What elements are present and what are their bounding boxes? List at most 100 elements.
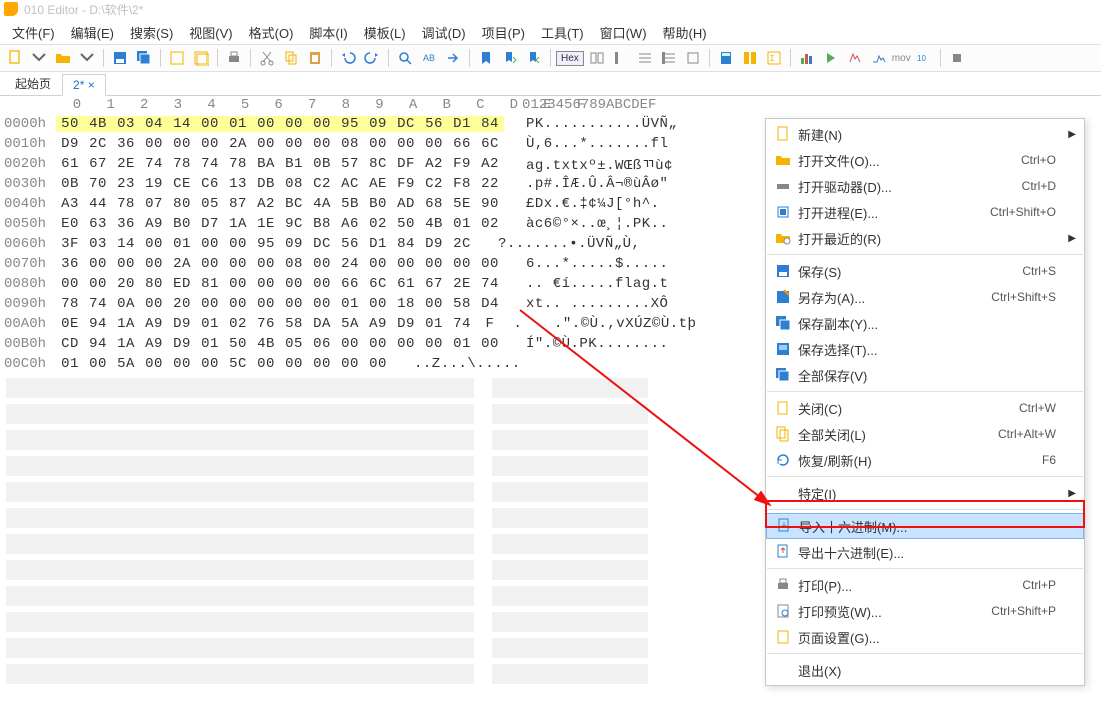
compare-icon[interactable] xyxy=(739,47,761,69)
hex-byte[interactable]: 56 xyxy=(420,116,448,132)
undo-icon[interactable] xyxy=(337,47,359,69)
bookmark-next-icon[interactable] xyxy=(499,47,521,69)
hex-byte[interactable]: C2 xyxy=(308,176,336,192)
menu-exit[interactable]: 退出(X) xyxy=(766,657,1084,683)
hex-byte[interactable]: 36 xyxy=(56,256,84,272)
ascii-dump[interactable]: .. €í.....flag.t xyxy=(522,276,668,292)
stop-icon[interactable] xyxy=(946,47,968,69)
hex-byte[interactable]: 00 xyxy=(336,336,364,352)
menu-page-setup[interactable]: 页面设置(G)... xyxy=(766,624,1084,650)
hex-byte[interactable]: 00 xyxy=(420,336,448,352)
ascii-dump[interactable]: Í".©Ù.PK........ xyxy=(522,336,668,352)
print-icon[interactable] xyxy=(223,47,245,69)
menu-import-hex[interactable]: 导入十六进制(M)... xyxy=(766,513,1084,539)
hex-byte[interactable]: 14 xyxy=(112,236,140,252)
hex-byte[interactable]: 00 xyxy=(252,356,280,372)
hex-byte[interactable]: 01 xyxy=(196,336,224,352)
hex-byte[interactable]: E0 xyxy=(56,216,84,232)
hex-byte[interactable]: 58 xyxy=(280,316,308,332)
hex-byte[interactable]: 00 xyxy=(84,356,112,372)
menu-template[interactable]: 模板(L) xyxy=(356,21,414,44)
hex-byte[interactable]: A9 xyxy=(140,316,168,332)
hex-byte[interactable]: 05 xyxy=(196,196,224,212)
hex-byte[interactable]: 36 xyxy=(112,216,140,232)
bookmark-prev-icon[interactable] xyxy=(523,47,545,69)
hex-byte[interactable]: 03 xyxy=(84,236,112,252)
hex-byte[interactable]: 56 xyxy=(336,236,364,252)
toggle-3-icon[interactable] xyxy=(658,47,680,69)
hex-byte[interactable]: 07 xyxy=(140,196,168,212)
toggle-2-icon[interactable] xyxy=(634,47,656,69)
hex-byte[interactable]: 00 xyxy=(364,356,392,372)
hex-byte[interactable]: 5A xyxy=(112,356,140,372)
hex-byte[interactable]: 1A xyxy=(112,316,140,332)
hex-byte[interactable]: 00 xyxy=(84,256,112,272)
menu-view[interactable]: 视图(V) xyxy=(181,21,240,44)
hex-byte[interactable]: 00 xyxy=(252,116,280,132)
hex-byte[interactable]: 00 xyxy=(280,356,308,372)
template2-icon[interactable] xyxy=(868,47,890,69)
hex-byte[interactable]: 13 xyxy=(224,176,252,192)
hex-byte[interactable]: 00 xyxy=(280,276,308,292)
hex-byte[interactable]: 80 xyxy=(140,276,168,292)
hex-byte[interactable]: C6 xyxy=(196,176,224,192)
toggle-4-icon[interactable] xyxy=(682,47,704,69)
hex-byte[interactable]: 03 xyxy=(112,116,140,132)
ascii-dump[interactable]: Ù,6...*.......fl xyxy=(522,136,668,152)
hex-byte[interactable]: 24 xyxy=(336,256,364,272)
hex-byte[interactable]: 00 xyxy=(252,136,280,152)
hex-byte[interactable]: 4A xyxy=(308,196,336,212)
hex-byte[interactable]: 5B xyxy=(336,196,364,212)
hex-byte[interactable]: 01 xyxy=(168,236,196,252)
new-dropdown-icon[interactable] xyxy=(28,47,50,69)
hex-byte[interactable]: F xyxy=(476,316,504,332)
hex-byte[interactable]: 00 xyxy=(476,336,504,352)
hex-byte[interactable]: 6C xyxy=(476,136,504,152)
histogram-icon[interactable] xyxy=(796,47,818,69)
replace-icon[interactable]: AB xyxy=(418,47,440,69)
hex-byte[interactable]: 2C xyxy=(84,136,112,152)
hex-byte[interactable]: 61 xyxy=(392,276,420,292)
hex-byte[interactable]: B8 xyxy=(308,216,336,232)
new-file-icon[interactable] xyxy=(4,47,26,69)
hex-byte[interactable]: 00 xyxy=(140,236,168,252)
hex-byte[interactable]: 00 xyxy=(280,296,308,312)
hex-byte[interactable]: B1 xyxy=(280,156,308,172)
ascii-dump[interactable]: ..Z...\..... xyxy=(410,356,521,372)
hex-byte[interactable]: 00 xyxy=(196,296,224,312)
hex-byte[interactable]: 5E xyxy=(448,196,476,212)
hex-byte[interactable]: 00 xyxy=(224,276,252,292)
hex-byte[interactable]: 5A xyxy=(336,316,364,332)
hex-byte[interactable]: 78 xyxy=(112,196,140,212)
hex-byte[interactable]: 18 xyxy=(392,296,420,312)
run-script-icon[interactable] xyxy=(844,47,866,69)
hex-byte[interactable]: 36 xyxy=(112,136,140,152)
hex-byte[interactable]: 74 xyxy=(196,156,224,172)
hex-byte[interactable]: 01 xyxy=(420,316,448,332)
hex-byte[interactable]: 09 xyxy=(364,116,392,132)
hex-byte[interactable]: 74 xyxy=(140,156,168,172)
hex-byte[interactable]: D9 xyxy=(56,136,84,152)
hex-byte[interactable]: F9 xyxy=(392,176,420,192)
hex-byte[interactable]: CE xyxy=(168,176,196,192)
run-template-icon[interactable] xyxy=(820,47,842,69)
hex-byte[interactable]: 02 xyxy=(224,316,252,332)
hex-byte[interactable]: 01 xyxy=(56,356,84,372)
hex-byte[interactable]: A3 xyxy=(56,196,84,212)
ascii-dump[interactable]: .".©Ù.,vXÚZ©Ù.tþ xyxy=(550,316,696,332)
menu-specific[interactable]: 特定(I)▶ xyxy=(766,480,1084,506)
hex-byte[interactable]: D9 xyxy=(168,336,196,352)
ascii-dump[interactable]: 6...*.....$..... xyxy=(522,256,668,272)
hex-byte[interactable]: 94 xyxy=(84,336,112,352)
calc-icon[interactable] xyxy=(715,47,737,69)
menu-debug[interactable]: 调试(D) xyxy=(414,21,474,44)
toggle-1-icon[interactable] xyxy=(610,47,632,69)
hex-byte[interactable]: 00 xyxy=(280,136,308,152)
hex-byte[interactable]: 0B xyxy=(56,176,84,192)
hex-byte[interactable]: 14 xyxy=(168,116,196,132)
binary-icon[interactable]: 10 xyxy=(913,47,935,69)
hex-byte[interactable]: 00 xyxy=(168,356,196,372)
hex-byte[interactable]: 00 xyxy=(224,256,252,272)
hex-byte[interactable]: 0A xyxy=(112,296,140,312)
hex-byte[interactable]: 01 xyxy=(448,216,476,232)
